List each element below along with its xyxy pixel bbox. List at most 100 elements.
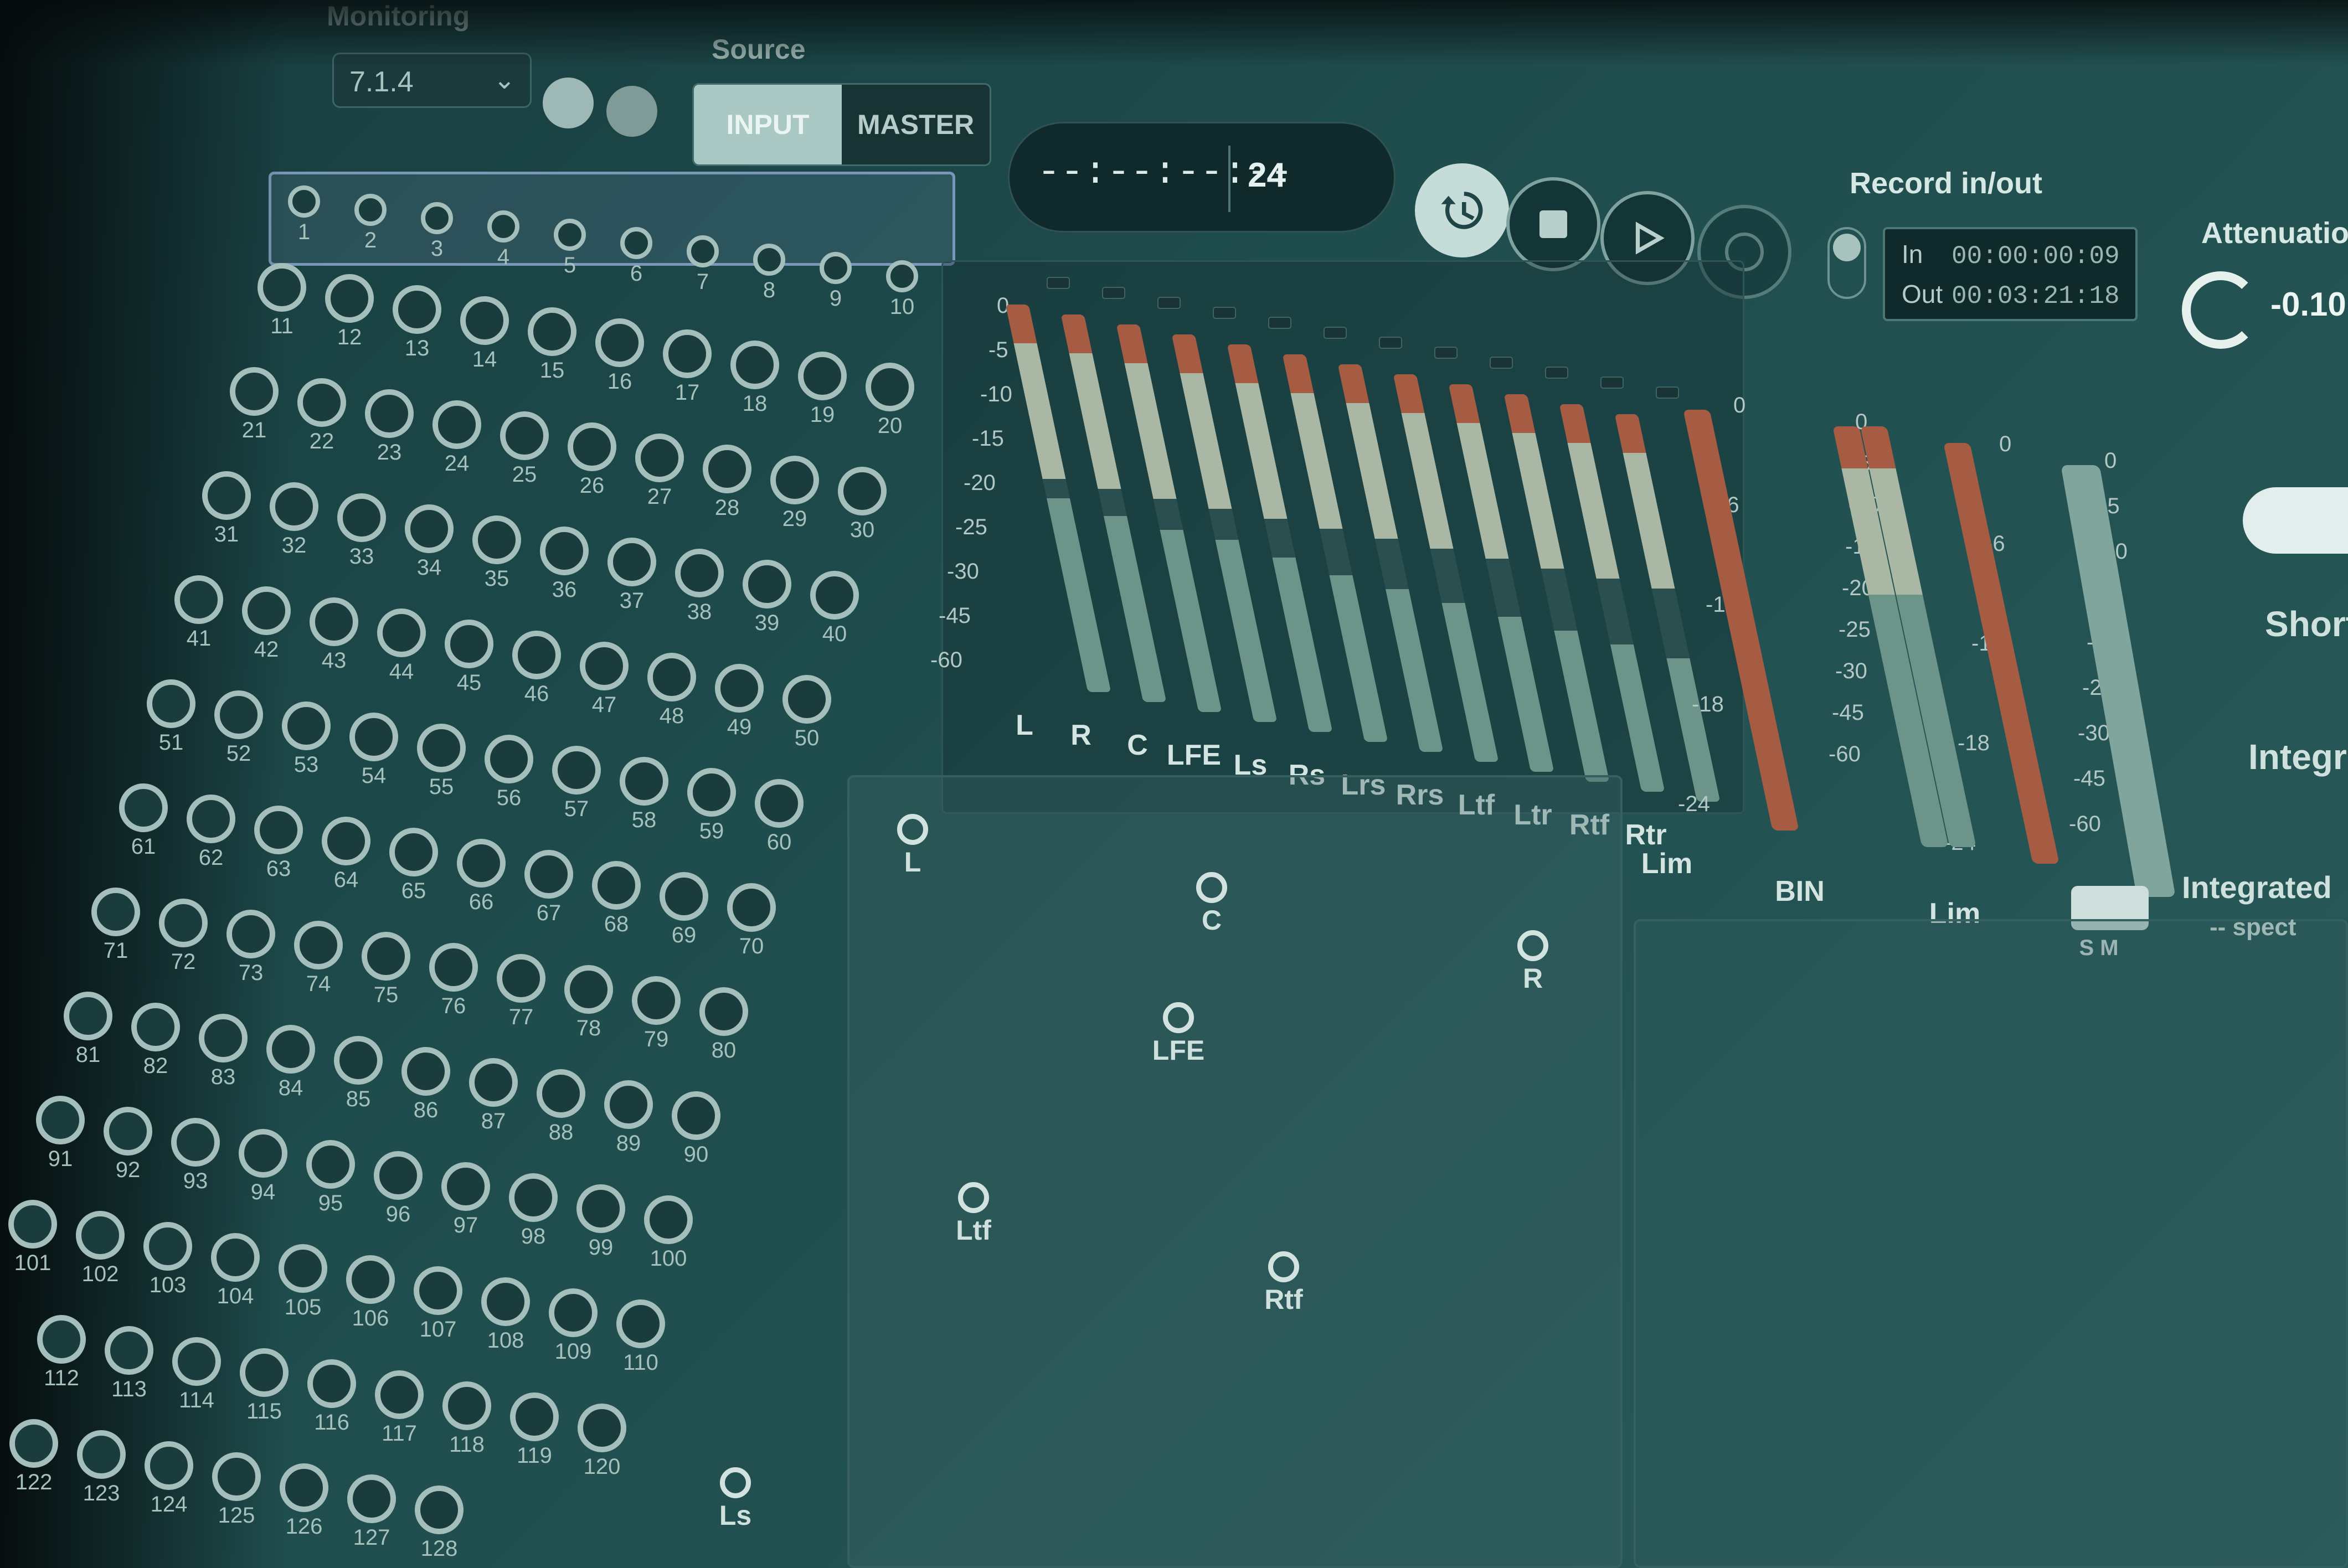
channel-button[interactable] — [214, 690, 263, 739]
speaker-node-ls[interactable] — [720, 1467, 751, 1498]
channel-button[interactable] — [270, 482, 318, 531]
channel-button[interactable] — [64, 992, 112, 1040]
channel-button[interactable] — [500, 411, 549, 460]
channel-button[interactable] — [306, 1140, 355, 1189]
channel-button[interactable] — [417, 724, 466, 772]
channel-button[interactable] — [838, 467, 887, 515]
channel-button[interactable] — [362, 932, 410, 981]
channel-button[interactable] — [199, 1014, 248, 1062]
channel-button[interactable] — [497, 954, 545, 1003]
channel-button[interactable] — [445, 620, 493, 668]
channel-button[interactable] — [528, 307, 576, 356]
clip-indicator[interactable] — [1047, 277, 1070, 289]
speaker-node-l[interactable] — [897, 814, 928, 845]
channel-button[interactable] — [554, 219, 586, 251]
monitor-mute-button[interactable] — [543, 78, 594, 128]
channel-button[interactable] — [131, 1003, 180, 1051]
channel-button[interactable] — [310, 597, 358, 646]
channel-button[interactable] — [147, 679, 195, 728]
channel-button[interactable] — [104, 1107, 152, 1156]
channel-button[interactable] — [524, 850, 573, 899]
channel-button[interactable] — [389, 828, 438, 876]
channel-button[interactable] — [172, 1337, 221, 1386]
attenuation-knob[interactable] — [2182, 271, 2259, 349]
channel-button[interactable] — [552, 746, 601, 795]
record-inout-box[interactable]: In 00:00:00:09 Out 00:03:21:18 — [1883, 227, 2138, 321]
channel-button[interactable] — [91, 888, 140, 936]
clip-indicator[interactable] — [1545, 367, 1568, 379]
channel-button[interactable] — [509, 1173, 558, 1222]
source-toggle[interactable]: INPUT MASTER — [692, 83, 991, 166]
channel-button[interactable] — [429, 943, 478, 992]
speaker-node-ltf[interactable] — [958, 1182, 989, 1213]
channel-button[interactable] — [592, 861, 641, 910]
channel-button[interactable] — [512, 631, 561, 679]
channel-button[interactable] — [568, 422, 616, 471]
channel-button[interactable] — [415, 1486, 464, 1534]
clip-indicator[interactable] — [1157, 297, 1181, 309]
channel-button[interactable] — [510, 1392, 559, 1441]
channel-button[interactable] — [540, 527, 589, 575]
source-master-button[interactable]: MASTER — [842, 85, 990, 164]
channel-button[interactable] — [334, 1036, 383, 1085]
channel-button[interactable] — [576, 1184, 625, 1233]
channel-button[interactable] — [401, 1047, 450, 1096]
clip-indicator[interactable] — [1434, 347, 1458, 359]
monitoring-format-dropdown[interactable]: 7.1.4 ⌄ — [332, 53, 532, 108]
channel-button[interactable] — [699, 987, 748, 1036]
channel-button[interactable] — [143, 1222, 192, 1271]
clip-indicator[interactable] — [1490, 357, 1513, 369]
channel-button[interactable] — [687, 768, 736, 817]
channel-button[interactable] — [325, 274, 374, 323]
channel-button[interactable] — [159, 899, 208, 947]
channel-button[interactable] — [337, 493, 386, 542]
loudness-reset-button[interactable] — [2243, 487, 2348, 554]
channel-button[interactable] — [37, 1315, 86, 1364]
channel-button[interactable] — [635, 434, 684, 482]
history-button[interactable] — [1415, 163, 1509, 257]
channel-button[interactable] — [730, 341, 779, 389]
channel-button[interactable] — [432, 400, 481, 449]
channel-button[interactable] — [487, 210, 519, 243]
channel-button[interactable] — [703, 445, 751, 493]
channel-button[interactable] — [469, 1058, 518, 1107]
channel-button[interactable] — [715, 664, 764, 713]
channel-button[interactable] — [770, 456, 819, 504]
channel-button[interactable] — [604, 1080, 653, 1129]
channel-button[interactable] — [242, 586, 291, 635]
channel-button[interactable] — [457, 839, 506, 888]
clip-indicator[interactable] — [1268, 317, 1291, 329]
channel-button[interactable] — [564, 965, 613, 1014]
channel-button[interactable] — [537, 1069, 585, 1118]
channel-button[interactable] — [8, 1200, 57, 1249]
clip-indicator[interactable] — [1213, 307, 1236, 319]
channel-button[interactable] — [616, 1299, 665, 1348]
channel-button[interactable] — [414, 1266, 462, 1315]
record-out-value[interactable]: 00:03:21:18 — [1951, 282, 2120, 311]
record-range-toggle[interactable] — [1827, 227, 1866, 299]
clip-indicator[interactable] — [1656, 386, 1679, 399]
channel-button[interactable] — [798, 352, 847, 400]
channel-button[interactable] — [595, 318, 644, 367]
channel-button[interactable] — [441, 1162, 490, 1211]
channel-button[interactable] — [346, 1255, 395, 1304]
timecode-fps[interactable]: 24 — [1248, 156, 1286, 195]
channel-button[interactable] — [145, 1441, 193, 1490]
timecode-display[interactable]: --:--:--:-- 24 — [1008, 122, 1396, 233]
channel-button[interactable] — [549, 1288, 598, 1337]
channel-button[interactable] — [663, 329, 712, 378]
channel-button[interactable] — [365, 389, 414, 438]
channel-button[interactable] — [675, 549, 724, 597]
channel-button[interactable] — [820, 252, 852, 284]
channel-button[interactable] — [374, 1151, 423, 1200]
channel-button[interactable] — [580, 642, 629, 690]
channel-button[interactable] — [212, 1452, 261, 1501]
clip-indicator[interactable] — [1324, 327, 1347, 339]
record-in-value[interactable]: 00:00:00:09 — [1951, 242, 2120, 271]
channel-button[interactable] — [393, 285, 441, 334]
channel-button[interactable] — [226, 910, 275, 958]
channel-button[interactable] — [288, 185, 320, 218]
channel-button[interactable] — [77, 1430, 126, 1479]
channel-button[interactable] — [810, 571, 859, 620]
channel-button[interactable] — [886, 260, 918, 292]
